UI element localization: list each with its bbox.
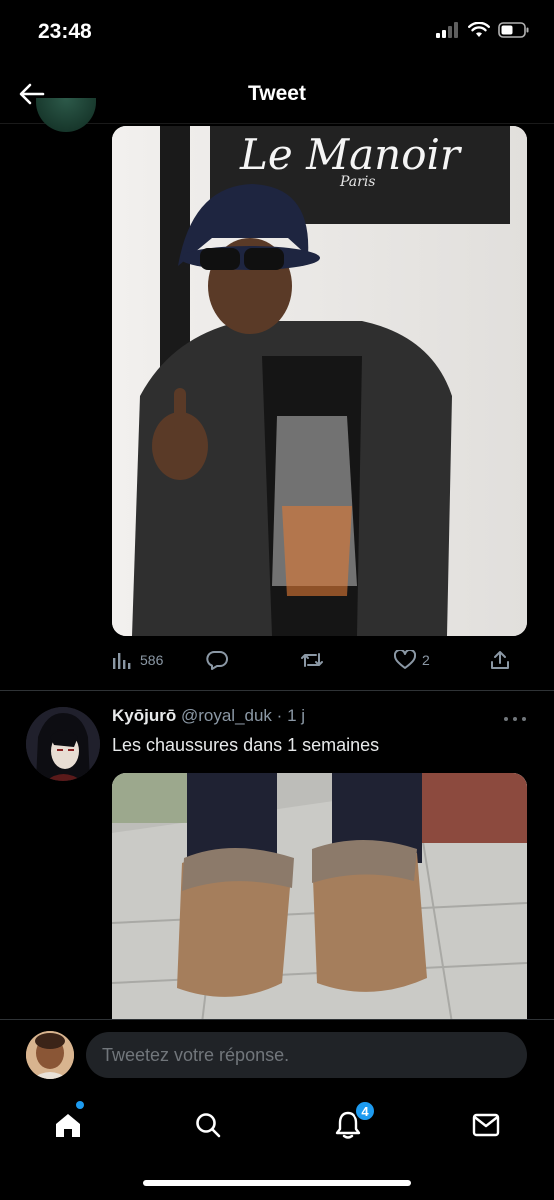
retweet-button[interactable]: [300, 650, 324, 670]
timestamp[interactable]: 1 j: [287, 706, 305, 725]
heart-icon: [394, 650, 416, 669]
reply-icon: [206, 651, 228, 670]
likes-count: 2: [422, 652, 430, 668]
tweet-actions: 586 2: [112, 646, 527, 676]
avatar-image: [26, 707, 100, 781]
tweet-header: Kyōjurō @royal_duk · 1 j: [112, 706, 305, 726]
separator: ·: [276, 706, 283, 725]
wifi-icon: [468, 22, 490, 37]
sign-subtext: Paris: [340, 174, 376, 190]
tab-messages[interactable]: [466, 1105, 506, 1145]
home-indicator: [143, 1180, 411, 1186]
tweet-text: Les chaussures dans 1 semaines: [112, 735, 380, 755]
tweet-photo-image: [112, 773, 527, 1023]
user-avatar-image: [26, 1031, 74, 1079]
cellular-signal-icon: [436, 22, 458, 38]
tweet-photo[interactable]: Le Manoir Paris: [112, 126, 527, 636]
analytics-icon: [113, 653, 131, 669]
views-button[interactable]: 586: [112, 650, 163, 670]
status-icons: [436, 22, 530, 38]
tweet-photo[interactable]: [112, 773, 527, 1023]
reply-composer: [0, 1019, 554, 1091]
notifications-badge: 4: [354, 1100, 376, 1122]
reply-input[interactable]: [86, 1032, 527, 1078]
retweet-icon: [301, 653, 323, 667]
tab-home[interactable]: [48, 1105, 88, 1145]
search-icon: [196, 1113, 221, 1138]
more-dot-icon: [513, 717, 517, 721]
like-button[interactable]: 2: [394, 650, 430, 670]
home-unread-dot: [76, 1101, 84, 1109]
more-options-button[interactable]: [500, 712, 530, 726]
status-time: 23:48: [38, 20, 92, 43]
user-avatar[interactable]: [26, 1031, 74, 1079]
display-name[interactable]: Kyōjurō: [112, 706, 176, 725]
more-dot-icon: [522, 717, 526, 721]
share-button[interactable]: [490, 650, 510, 670]
sign-text: Le Manoir: [240, 130, 460, 179]
previous-tweet-avatar[interactable]: [36, 98, 96, 132]
views-count: 586: [140, 652, 164, 668]
home-icon: [56, 1114, 80, 1137]
battery-icon: [498, 22, 529, 38]
share-icon: [491, 651, 509, 669]
handle[interactable]: @royal_duk: [181, 706, 272, 725]
divider: [0, 690, 554, 691]
status-bar: 23:48: [0, 0, 554, 64]
more-dot-icon: [504, 717, 508, 721]
messages-icon: [472, 1113, 500, 1137]
avatar[interactable]: [26, 707, 100, 781]
tab-search[interactable]: [188, 1105, 228, 1145]
tweet-photo-image: [112, 126, 527, 636]
reply-button[interactable]: [206, 650, 228, 670]
